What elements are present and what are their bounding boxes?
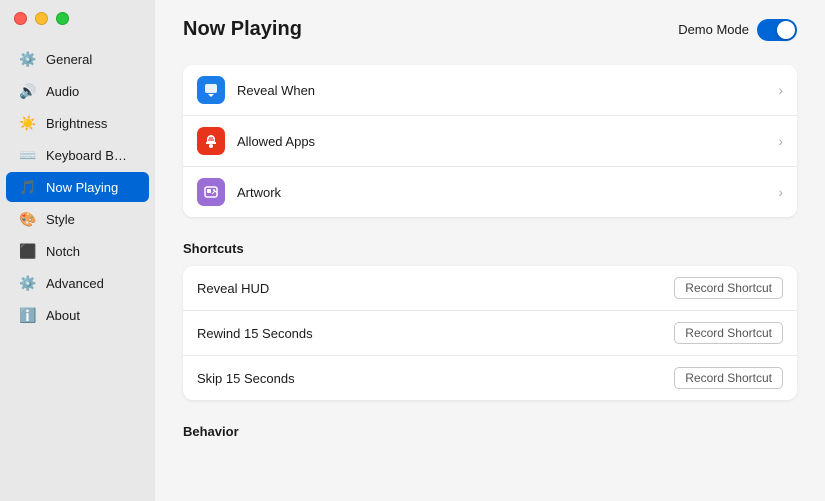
artwork-chevron: › — [778, 184, 783, 200]
sidebar-item-now-playing[interactable]: 🎵 Now Playing — [6, 172, 149, 202]
reveal-when-chevron: › — [778, 82, 783, 98]
sidebar-item-advanced[interactable]: ⚙️ Advanced — [6, 268, 149, 298]
sidebar-label-general: General — [46, 52, 92, 67]
record-shortcut-rewind[interactable]: Record Shortcut — [674, 322, 783, 344]
record-shortcut-skip[interactable]: Record Shortcut — [674, 367, 783, 389]
page-header: Now Playing Demo Mode — [183, 18, 797, 41]
skip-label: Skip 15 Seconds — [197, 371, 295, 386]
menu-section: Reveal When › Allowed Apps › — [183, 65, 797, 217]
reveal-when-label: Reveal When — [237, 83, 766, 98]
notch-icon: ⬛ — [18, 241, 38, 261]
sidebar-label-style: Style — [46, 212, 75, 227]
reveal-hud-label: Reveal HUD — [197, 281, 269, 296]
shortcuts-section: Reveal HUD Record Shortcut Rewind 15 Sec… — [183, 266, 797, 400]
sidebar: ⚙️ General 🔊 Audio ☀️ Brightness ⌨️ Keyb… — [0, 0, 155, 501]
style-icon: 🎨 — [18, 209, 38, 229]
artwork-icon — [197, 178, 225, 206]
advanced-icon: ⚙️ — [18, 273, 38, 293]
keyboard-icon: ⌨️ — [18, 145, 38, 165]
main-content: Now Playing Demo Mode Reveal When › — [155, 0, 825, 501]
now-playing-icon: 🎵 — [18, 177, 38, 197]
demo-mode-label: Demo Mode — [678, 22, 749, 37]
allowed-apps-icon — [197, 127, 225, 155]
sidebar-item-brightness[interactable]: ☀️ Brightness — [6, 108, 149, 138]
sidebar-label-advanced: Advanced — [46, 276, 104, 291]
record-shortcut-reveal-hud[interactable]: Record Shortcut — [674, 277, 783, 299]
audio-icon: 🔊 — [18, 81, 38, 101]
shortcut-row-skip: Skip 15 Seconds Record Shortcut — [183, 356, 797, 400]
reveal-when-row[interactable]: Reveal When › — [183, 65, 797, 116]
artwork-label: Artwork — [237, 185, 766, 200]
page-title: Now Playing — [183, 18, 302, 41]
sidebar-item-audio[interactable]: 🔊 Audio — [6, 76, 149, 106]
shortcut-row-rewind: Rewind 15 Seconds Record Shortcut — [183, 311, 797, 356]
sidebar-item-style[interactable]: 🎨 Style — [6, 204, 149, 234]
artwork-row[interactable]: Artwork › — [183, 167, 797, 217]
sidebar-label-about: About — [46, 308, 80, 323]
allowed-apps-row[interactable]: Allowed Apps › — [183, 116, 797, 167]
maximize-button[interactable] — [56, 12, 69, 25]
close-button[interactable] — [14, 12, 27, 25]
rewind-label: Rewind 15 Seconds — [197, 326, 313, 341]
general-icon: ⚙️ — [18, 49, 38, 69]
sidebar-item-keyboard[interactable]: ⌨️ Keyboard B… — [6, 140, 149, 170]
about-icon: ℹ️ — [18, 305, 38, 325]
demo-mode-toggle[interactable] — [757, 19, 797, 41]
reveal-when-icon — [197, 76, 225, 104]
allowed-apps-label: Allowed Apps — [237, 134, 766, 149]
behavior-section-title: Behavior — [183, 424, 797, 439]
allowed-apps-chevron: › — [778, 133, 783, 149]
shortcut-row-reveal-hud: Reveal HUD Record Shortcut — [183, 266, 797, 311]
sidebar-label-notch: Notch — [46, 244, 80, 259]
sidebar-item-about[interactable]: ℹ️ About — [6, 300, 149, 330]
sidebar-label-audio: Audio — [46, 84, 79, 99]
sidebar-label-brightness: Brightness — [46, 116, 107, 131]
sidebar-label-now-playing: Now Playing — [46, 180, 118, 195]
minimize-button[interactable] — [35, 12, 48, 25]
demo-mode-row: Demo Mode — [678, 19, 797, 41]
sidebar-item-notch[interactable]: ⬛ Notch — [6, 236, 149, 266]
shortcuts-section-title: Shortcuts — [183, 241, 797, 256]
brightness-icon: ☀️ — [18, 113, 38, 133]
sidebar-item-general[interactable]: ⚙️ General — [6, 44, 149, 74]
sidebar-label-keyboard: Keyboard B… — [46, 148, 127, 163]
